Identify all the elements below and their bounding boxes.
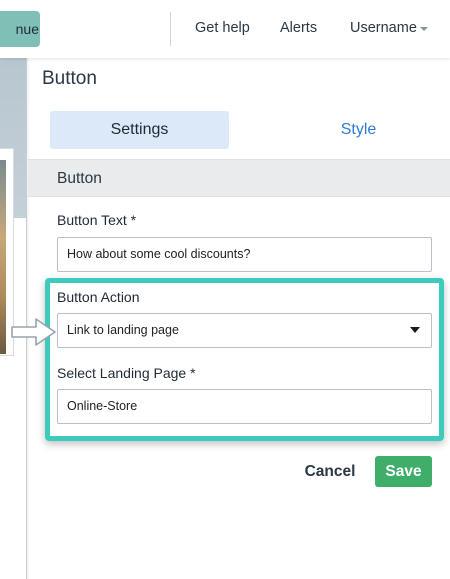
topbar-divider bbox=[170, 12, 171, 46]
panel-title: Button bbox=[42, 68, 97, 89]
chevron-down-icon[interactable] bbox=[420, 27, 428, 31]
tab-settings[interactable]: Settings bbox=[50, 111, 229, 149]
dropdown-caret-icon[interactable] bbox=[410, 327, 420, 333]
button-text-input[interactable]: How about some cool discounts? bbox=[57, 237, 432, 272]
button-text-label: Button Text * bbox=[57, 212, 137, 228]
pointer-arrow-icon bbox=[11, 318, 56, 346]
user-menu[interactable]: Username bbox=[350, 20, 417, 36]
cancel-button[interactable]: Cancel bbox=[298, 456, 362, 487]
landing-page-input[interactable]: Online-Store bbox=[57, 389, 432, 424]
alerts-link[interactable]: Alerts bbox=[280, 20, 317, 36]
button-action-select[interactable]: Link to landing page bbox=[57, 313, 432, 348]
save-button[interactable]: Save bbox=[375, 456, 432, 487]
top-navigation-bar: nue Get help Alerts Username bbox=[0, 0, 450, 58]
section-title: Button bbox=[57, 170, 102, 187]
continue-button[interactable]: nue bbox=[0, 11, 40, 47]
get-help-link[interactable]: Get help bbox=[195, 20, 250, 36]
button-action-label: Button Action bbox=[57, 289, 140, 305]
landing-page-label: Select Landing Page * bbox=[57, 365, 196, 381]
background-photo bbox=[0, 160, 6, 354]
tab-style[interactable]: Style bbox=[269, 111, 448, 149]
